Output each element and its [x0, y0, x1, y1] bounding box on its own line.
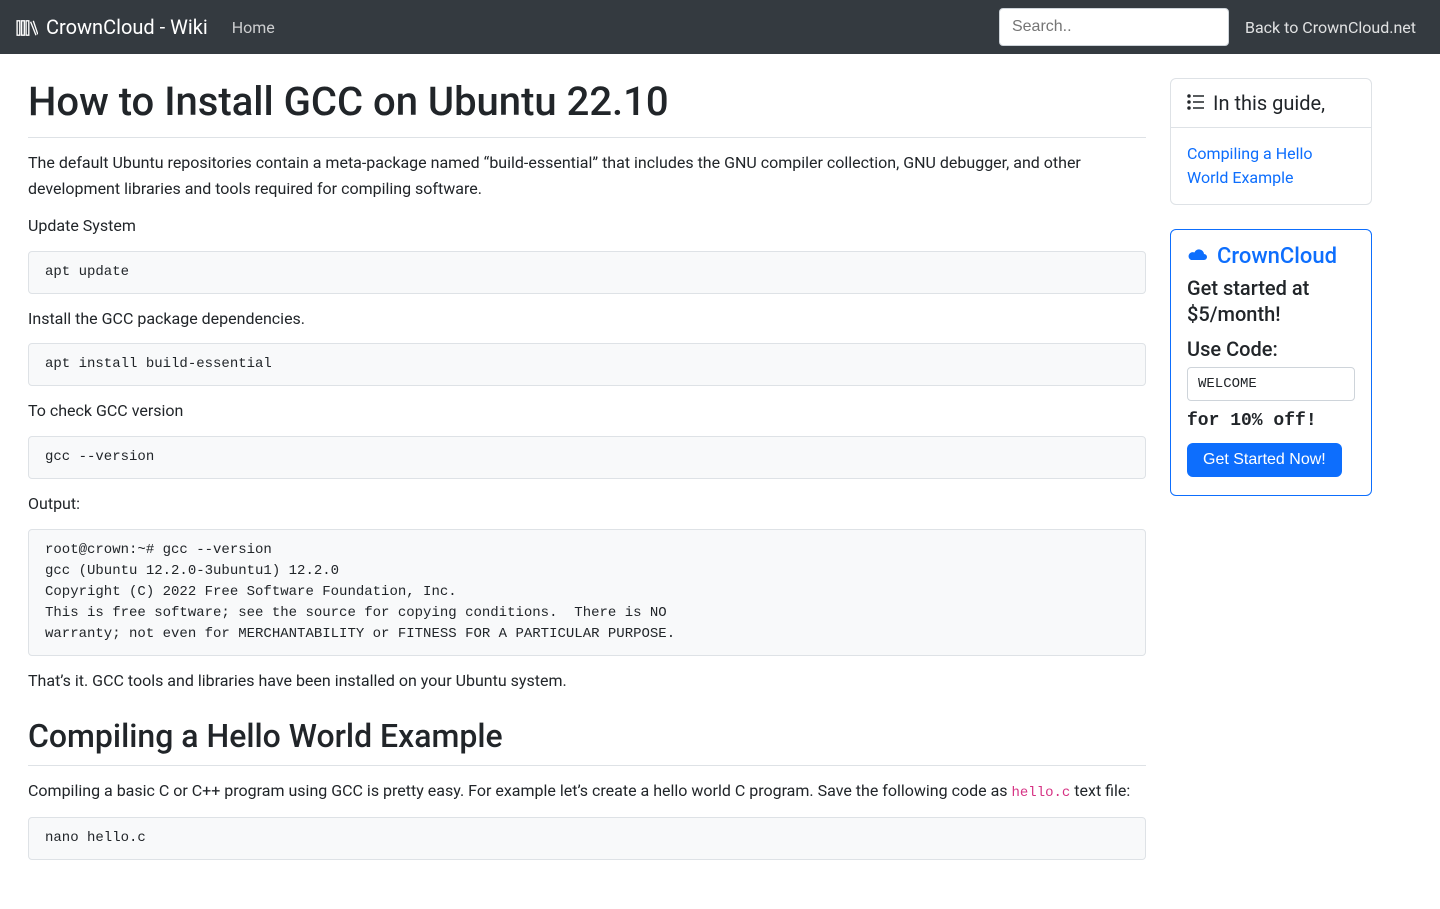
compile-text-b: text file: — [1070, 781, 1130, 800]
toc-body: Compiling a Hello World Example — [1171, 128, 1371, 204]
promo-code: WELCOME — [1187, 367, 1355, 401]
promo-sub: Get started at $5/month! — [1187, 275, 1355, 327]
books-icon — [16, 18, 38, 36]
code-output: root@crown:~# gcc --version gcc (Ubuntu … — [28, 529, 1146, 656]
code-nano: nano hello.c — [28, 817, 1146, 860]
inline-code-hello-c: hello.c — [1012, 785, 1071, 801]
promo-card: CrownCloud Get started at $5/month! Use … — [1170, 229, 1372, 496]
code-apt-update: apt update — [28, 251, 1146, 294]
sidebar: In this guide, Compiling a Hello World E… — [1170, 78, 1372, 870]
get-started-button[interactable]: Get Started Now! — [1187, 443, 1342, 477]
brand-link[interactable]: CrownCloud - Wiki — [16, 15, 208, 39]
toc-header: In this guide, — [1171, 79, 1371, 128]
promo-off: for 10% off! — [1187, 411, 1355, 431]
compile-paragraph: Compiling a basic C or C++ program using… — [28, 778, 1146, 804]
page-container: How to Install GCC on Ubuntu 22.10 The d… — [0, 54, 1400, 909]
check-label: To check GCC version — [28, 398, 1146, 424]
toc-title: In this guide, — [1213, 91, 1325, 115]
page-title: How to Install GCC on Ubuntu 22.10 — [28, 78, 1146, 138]
navbar: CrownCloud - Wiki Home Back to CrownClou… — [0, 0, 1440, 54]
main-content: How to Install GCC on Ubuntu 22.10 The d… — [28, 78, 1146, 870]
output-label: Output: — [28, 491, 1146, 517]
cloud-icon — [1187, 244, 1209, 269]
promo-title: CrownCloud — [1187, 244, 1355, 269]
done-paragraph: That’s it. GCC tools and libraries have … — [28, 668, 1146, 694]
code-apt-install: apt install build-essential — [28, 343, 1146, 386]
nav-right: Back to CrownCloud.net — [999, 8, 1424, 46]
section-compiling-heading: Compiling a Hello World Example — [28, 717, 1146, 766]
toc-link-compiling[interactable]: Compiling a Hello World Example — [1187, 142, 1355, 190]
update-label: Update System — [28, 213, 1146, 239]
brand-text: CrownCloud - Wiki — [46, 15, 208, 39]
search-input[interactable] — [999, 8, 1229, 46]
back-link[interactable]: Back to CrownCloud.net — [1237, 18, 1424, 37]
list-icon — [1187, 91, 1205, 115]
intro-paragraph: The default Ubuntu repositories contain … — [28, 150, 1146, 201]
compile-text-a: Compiling a basic C or C++ program using… — [28, 781, 1012, 800]
toc-card: In this guide, Compiling a Hello World E… — [1170, 78, 1372, 205]
promo-use-code-label: Use Code: — [1187, 337, 1355, 361]
code-gcc-version: gcc --version — [28, 436, 1146, 479]
nav-home[interactable]: Home — [224, 10, 283, 45]
install-label: Install the GCC package dependencies. — [28, 306, 1146, 332]
promo-brand: CrownCloud — [1217, 244, 1337, 269]
